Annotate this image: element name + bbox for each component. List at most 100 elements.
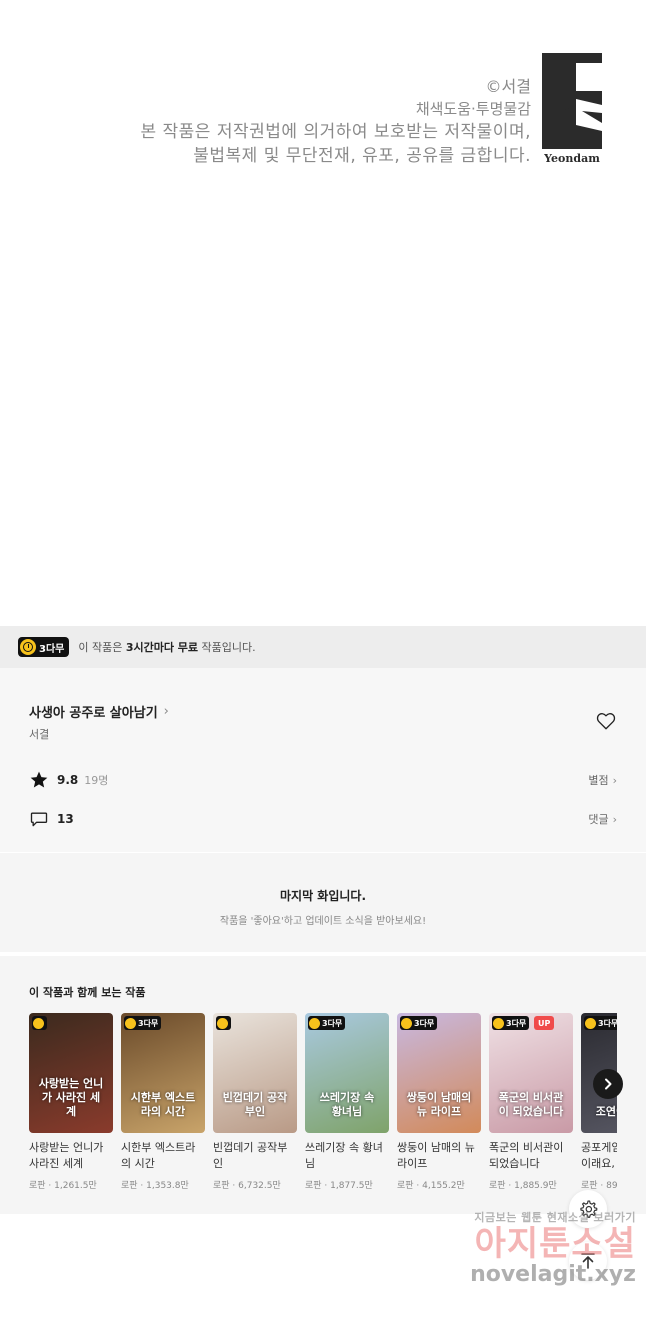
copyright-notice-line1: 본 작품은 저작권법에 의거하여 보호받는 저작물이며, [140,122,531,142]
copyright-text: ©서결 [485,77,531,96]
banner-text-prefix: 이 작품은 [78,641,126,654]
recommendation-card[interactable]: 3다무 쌍둥이 남매의 뉴 라이프 쌍둥이 남매의 뉴 라이프 로판 · 4,155.… [397,1013,481,1191]
work-title-link[interactable]: 사생아 공주로 살아남기 › [29,702,169,721]
cover-title: 쌍둥이 남매의 뉴 라이프 [406,1091,472,1118]
free-badge: 3다무 [124,1016,162,1030]
recommendation-cover[interactable]: 3다무쓰레기장 속 황녀님 [305,1013,389,1133]
free-badge-label: 3다무 [598,1018,617,1028]
chevron-right-icon [605,1078,612,1090]
3-hour-free-badge: 3다무 [18,637,70,657]
cover-title: 조연이 죽이 [595,1105,617,1118]
work-author[interactable]: 서결 [29,726,49,742]
comments-link-label: 댓글 [588,813,609,826]
last-episode-title: 마지막 화입니다. [279,889,367,903]
free-badge-label: 3다무 [138,1018,159,1028]
free-badge [216,1016,231,1030]
recommendation-card[interactable]: 3다무 UP 폭군의 비서관이 되었습니다 폭군의 비서관이 되었습니다 로판 · 1,… [489,1013,573,1191]
recommendation-cover[interactable]: 사랑받는 언니가 사라진 세계 [29,1013,113,1133]
free-badge-label: 3다무 [414,1018,435,1028]
clock-icon [125,1017,136,1029]
free-badge-label: 3다무 [322,1018,343,1028]
recommendation-meta: 로판 · 1,261.5만 [29,1181,97,1191]
comments-row: 13 댓글 › [29,809,617,829]
star-icon [30,771,48,788]
recommendations-heading: 이 작품과 함께 보는 작품 [29,986,146,999]
recommendation-cover[interactable]: 3다무 UP 폭군의 비서관이 되었습니다 [489,1013,573,1133]
up-badge: UP [534,1016,555,1030]
settings-button[interactable] [569,1190,607,1228]
last-episode-notice: 마지막 화입니다. 작품을 '좋아요'하고 업데이트 소식을 받아보세요! [0,852,646,952]
comments-count: 13 [57,812,74,826]
free-badge: 3다무 [584,1016,617,1030]
work-info-panel: 사생아 공주로 살아남기 › 서결 9.8 19명 별점 › 13 댓글 › [0,668,646,852]
recommendation-cover[interactable]: 빈껍데기 공작부인 [213,1013,297,1133]
recommendation-title[interactable]: 쌍둥이 남매의 뉴 라이프 [397,1140,481,1172]
chevron-right-icon: › [612,773,617,787]
cover-title: 사랑받는 언니가 사라진 세계 [38,1077,104,1118]
episode-end-credits: ©서결 채색도움·투명물감 본 작품은 저작권법에 의거하여 보호받는 저작물이… [0,0,646,626]
clock-icon [493,1017,504,1029]
recommendation-title[interactable]: 공포게임 속 조연이래요, 죽 [581,1140,617,1172]
cover-title: 쓰레기장 속 황녀님 [319,1091,375,1118]
free-badge-label: 3다무 [506,1018,527,1028]
recommendation-card[interactable]: 3다무조연이 죽이공포게임 속 조연이래요, 죽로판 · 89 [581,1013,617,1191]
recommendation-cover[interactable]: 3다무시한부 엑스트라의 시간 [121,1013,205,1133]
cover-title: 폭군의 비서관이 되었습니다 [498,1091,564,1118]
arrow-up-icon [581,1253,595,1269]
yeondam-logo: Yeondam [542,53,602,165]
banner-text-bold: 3시간마다 무료 [125,641,199,654]
site-watermark: 지금보는 웹툰 현재소설 보러가기 아지툰소설 novelagit.xyz [446,1209,636,1299]
recommendation-card[interactable]: 3다무 쓰레기장 속 황녀님 쓰레기장 속 황녀님 로판 · 1,877.5만 [305,1013,389,1191]
comments-link[interactable]: 댓글 › [588,811,617,827]
credit-text: ©서결 채색도움·투명물감 본 작품은 저작권법에 의거하여 보호받는 저작물이… [140,76,531,168]
comment-bubble-icon [30,812,48,827]
cover-title: 빈껍데기 공작부인 [222,1091,288,1118]
cover-title: 시한부 엑스트라의 시간 [130,1091,196,1118]
free-every-3-hours-banner: 3다무 이 작품은 3시간마다 무료 작품입니다. [0,626,646,668]
badge-label: 3다무 [39,643,65,655]
rating-link[interactable]: 별점 › [588,772,617,788]
clock-icon [20,639,36,655]
recommendation-card[interactable]: 3다무 시한부 엑스트라의 시간 시한부 엑스트라의 시간 로판 · 1,353.8만 [121,1013,205,1191]
logo-text: Yeondam [543,152,600,165]
recommendation-title[interactable]: 폭군의 비서관이 되었습니다 [489,1140,573,1172]
rating-count: 19명 [84,774,109,787]
recommendation-meta: 로판 · 1,885.9만 [489,1181,557,1191]
clock-icon [33,1017,44,1029]
free-badge: 3다무 [492,1016,530,1030]
recommendation-cover[interactable]: 3다무쌍둥이 남매의 뉴 라이프 [397,1013,481,1133]
recommendation-card[interactable]: 빈껍데기 공작부인 빈껍데기 공작부인 로판 · 6,732.5만 [213,1013,297,1191]
free-badge: 3다무 [400,1016,438,1030]
rating-value: 9.8 [57,773,79,787]
recommendation-title[interactable]: 빈껍데기 공작부인 [213,1140,297,1172]
recommendation-meta: 로판 · 1,353.8만 [121,1181,189,1191]
clock-icon [401,1017,412,1029]
work-title: 사생아 공주로 살아남기 [29,706,158,721]
recommendation-title[interactable]: 사랑받는 언니가 사라진 세계 [29,1140,113,1172]
last-episode-subtitle: 작품을 '좋아요'하고 업데이트 소식을 받아보세요! [219,916,427,927]
recommendation-card[interactable]: 사랑받는 언니가 사라진 세계 사랑받는 언니가 사라진 세계 로판 · 1,261… [29,1013,113,1191]
banner-text-suffix: 작품입니다. [198,641,256,654]
chevron-right-icon: › [163,704,169,719]
banner-text: 이 작품은 3시간마다 무료 작품입니다. [78,639,255,655]
clock-icon [217,1017,228,1029]
heart-icon[interactable] [596,712,616,730]
free-badge: 3다무 [308,1016,346,1030]
carousel-next-button[interactable] [593,1069,623,1099]
recommendations-section: 이 작품과 함께 보는 작품 사랑받는 언니가 사라진 세계 사랑받는 언니가 사… [0,956,646,1214]
clock-icon [585,1017,596,1029]
rating-row: 9.8 19명 별점 › [29,770,617,790]
chevron-right-icon: › [612,812,617,826]
recommendation-meta: 로판 · 1,877.5만 [305,1181,373,1191]
rating-link-label: 별점 [588,774,609,787]
watermark-line2: 아지툰소설 [474,1224,636,1264]
clock-icon [309,1017,320,1029]
free-badge [32,1016,47,1030]
recommendation-title[interactable]: 시한부 엑스트라의 시간 [121,1140,205,1172]
scroll-to-top-button[interactable] [569,1242,607,1280]
recommendation-title[interactable]: 쓰레기장 속 황녀님 [305,1140,389,1172]
staff-credit: 채색도움·투명물감 [415,100,531,118]
copyright-notice-line2: 불법복제 및 무단전재, 유포, 공유를 금합니다. [193,146,531,166]
recommendation-carousel[interactable]: 사랑받는 언니가 사라진 세계 사랑받는 언니가 사라진 세계 로판 · 1,261… [29,1013,617,1203]
gear-icon [580,1200,598,1218]
